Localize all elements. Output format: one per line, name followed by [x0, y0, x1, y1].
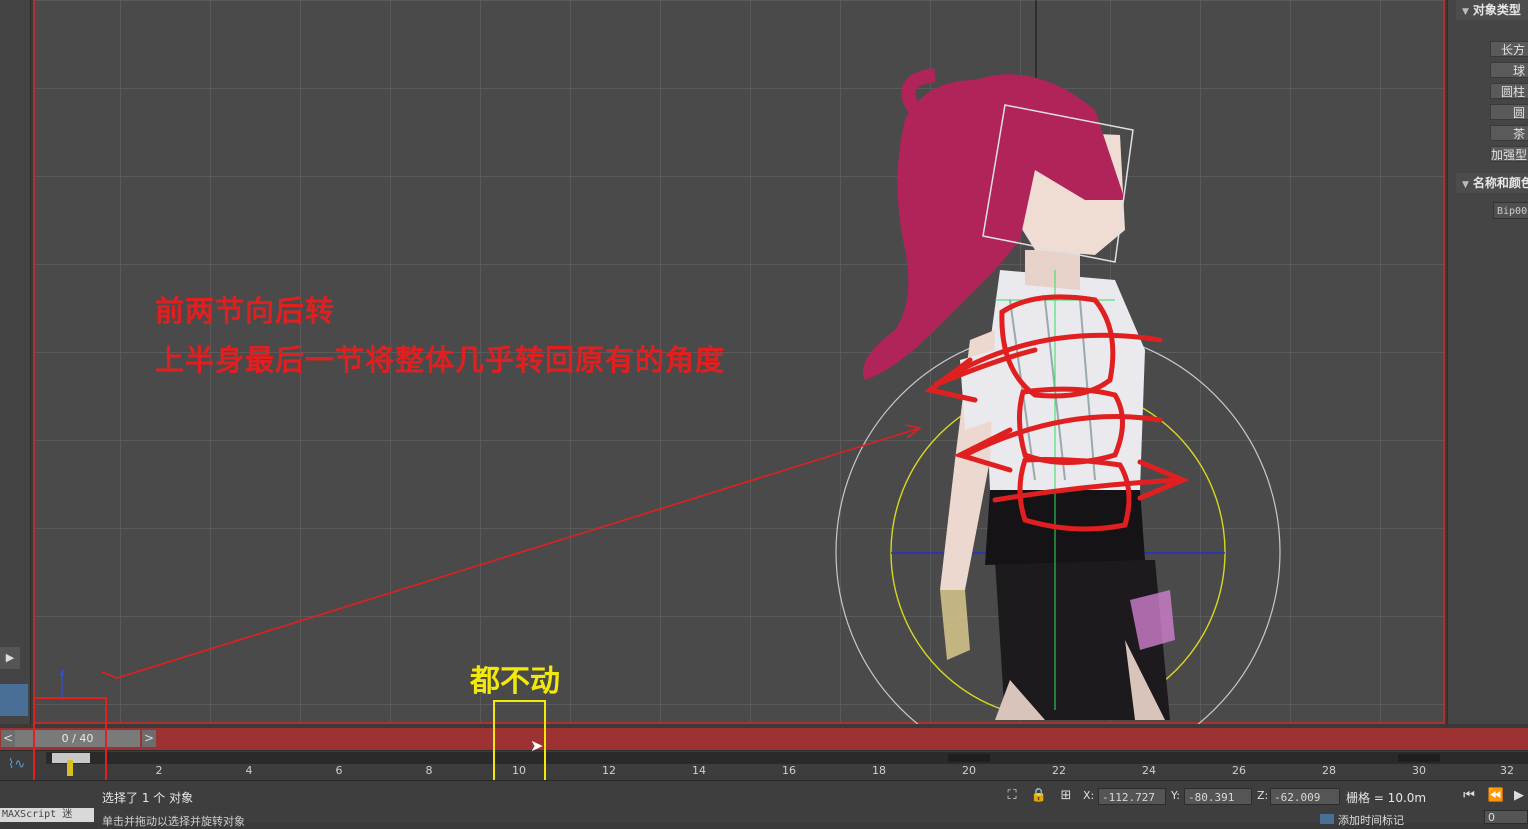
transform-mode-icon[interactable]: ⊞ — [1057, 787, 1075, 805]
character-model — [863, 68, 1175, 720]
curve-editor-icon[interactable]: ⌇∿ — [8, 757, 25, 772]
tick-label: 24 — [1142, 764, 1156, 777]
y-label: Y: — [1171, 789, 1180, 802]
tick-label: 30 — [1412, 764, 1426, 777]
svg-text:z: z — [60, 668, 65, 678]
tick-label: 4 — [245, 764, 253, 777]
tick-label: 14 — [692, 764, 706, 777]
tick-label: 32 — [1500, 764, 1514, 777]
track-key-block — [1398, 754, 1440, 762]
tick-label: 8 — [425, 764, 433, 777]
mouse-cursor-icon: ➤ — [530, 736, 544, 755]
time-tag-icon — [1320, 814, 1334, 824]
viewport-tab[interactable] — [0, 684, 28, 716]
play-animation-icon[interactable]: ▶ — [1510, 787, 1528, 805]
z-label: Z: — [1257, 789, 1269, 802]
selection-status: 选择了 1 个 对象 — [102, 791, 194, 805]
tick-label: 12 — [602, 764, 616, 777]
object-button-circle[interactable]: 圆 — [1490, 104, 1528, 120]
annotation-line-1: 前两节向后转 — [155, 294, 336, 328]
tick-label: 22 — [1052, 764, 1066, 777]
annotation-static-note: 都不动 — [470, 664, 560, 699]
tick-label: 28 — [1322, 764, 1336, 777]
track-bar-keys-row[interactable] — [46, 752, 1528, 764]
go-to-start-icon[interactable]: ⏮ — [1460, 787, 1478, 805]
play-icon[interactable]: ▶ — [0, 647, 20, 669]
rollout-name-color-label: 名称和颜色 — [1472, 176, 1528, 190]
tick-label: 18 — [872, 764, 886, 777]
left-toolbar-strip — [0, 0, 31, 724]
rollout-object-type[interactable]: ▼ 对象类型 — [1456, 0, 1528, 20]
lock-icon[interactable]: 🔒 — [1030, 787, 1048, 805]
object-button-box[interactable]: 长方 — [1490, 41, 1528, 57]
track-key-block — [948, 754, 990, 762]
tick-label: 2 — [155, 764, 163, 777]
rollout-object-type-label: 对象类型 — [1472, 3, 1521, 17]
time-slider-prev[interactable]: < — [1, 730, 15, 747]
collapse-triangle-icon: ▼ — [1462, 180, 1469, 190]
add-time-tag-label: 添加时间标记 — [1338, 814, 1404, 827]
x-label: X: — [1083, 789, 1095, 802]
prompt-line: 单击并拖动以选择并旋转对象 — [102, 815, 245, 828]
object-button-cylinder[interactable]: 圆柱 — [1490, 83, 1528, 99]
object-button-teapot[interactable]: 茶 — [1490, 125, 1528, 141]
collapse-triangle-icon: ▼ — [1462, 7, 1469, 17]
z-coord-field[interactable]: -62.009 — [1270, 788, 1340, 805]
x-coord-field[interactable]: -112.727 — [1098, 788, 1166, 805]
tick-label: 26 — [1232, 764, 1246, 777]
object-name-field[interactable]: Bip001 — [1493, 202, 1528, 219]
annotation-line-2: 上半身最后一节将整体几乎转回原有的角度 — [155, 343, 726, 377]
object-button-enhanced[interactable]: 加强型 — [1490, 146, 1528, 162]
tick-label: 6 — [335, 764, 343, 777]
time-slider-next[interactable]: > — [142, 730, 156, 747]
grid-size: 栅格 = 10.0m — [1346, 791, 1427, 805]
annotation-red-box — [33, 697, 107, 793]
selection-frame-icon[interactable]: ⛶ — [1003, 787, 1021, 805]
previous-frame-icon[interactable]: ⏪ — [1487, 787, 1505, 805]
rollout-name-color[interactable]: ▼ 名称和颜色 — [1456, 173, 1528, 193]
add-time-tag[interactable]: 添加时间标记 — [1320, 812, 1404, 828]
tick-label: 20 — [962, 764, 976, 777]
maxscript-listener[interactable]: MAXScript 迷 — [0, 808, 94, 822]
annotation-arrow — [101, 424, 922, 679]
time-slider-bar[interactable] — [0, 728, 1528, 750]
tick-label: 16 — [782, 764, 796, 777]
y-coord-field[interactable]: -80.391 — [1184, 788, 1252, 805]
object-button-sphere[interactable]: 球 — [1490, 62, 1528, 78]
